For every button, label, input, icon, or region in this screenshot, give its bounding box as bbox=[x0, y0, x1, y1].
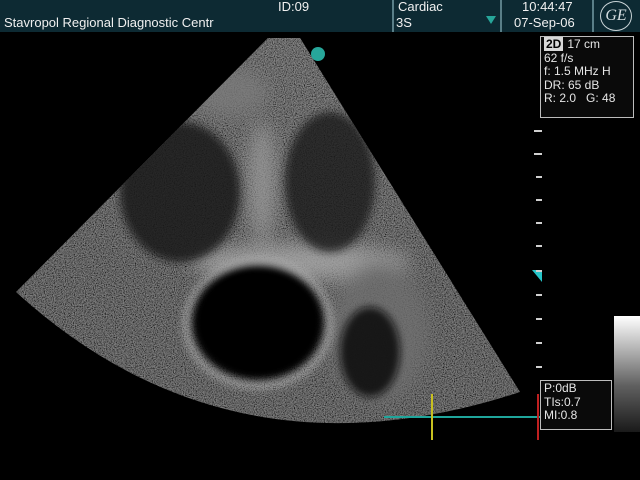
patient-id: ID:09 bbox=[278, 0, 310, 14]
frame-rate: 62 f/s bbox=[544, 50, 574, 65]
depth-tick bbox=[536, 342, 542, 344]
frequency: f: 1.5 MHz H bbox=[544, 64, 611, 78]
depth-tick bbox=[536, 222, 542, 224]
header-divider bbox=[500, 0, 502, 32]
depth-tick bbox=[536, 245, 542, 247]
depth-tick bbox=[536, 176, 542, 178]
header-divider bbox=[392, 0, 394, 32]
orientation-marker-icon bbox=[311, 47, 325, 61]
gain-value: G: 48 bbox=[586, 91, 616, 105]
thermal-index: TIs:0.7 bbox=[544, 394, 581, 409]
ge-logo-icon: GE bbox=[600, 1, 632, 31]
exam-type: Cardiac bbox=[398, 0, 443, 14]
header-divider bbox=[592, 0, 594, 32]
acoustic-power: P:0dB bbox=[544, 381, 577, 395]
reject-gain-row: R: 2.0 G: 48 bbox=[544, 91, 630, 106]
imaging-parameters-panel: 2D 17 cm 62 f/s f: 1.5 MHz H DR: 65 dB R:… bbox=[540, 36, 634, 118]
depth-tick bbox=[536, 270, 542, 272]
depth-tick bbox=[536, 294, 542, 296]
depth-tick bbox=[534, 153, 542, 155]
depth-tick bbox=[534, 130, 542, 132]
clock-time: 10:44:47 bbox=[522, 0, 573, 14]
depth-value: 17 cm bbox=[567, 37, 601, 51]
reject-value: R: 2.0 bbox=[544, 91, 577, 105]
mechanical-index: MI:0.8 bbox=[544, 408, 578, 422]
mode-badge[interactable]: 2D bbox=[544, 37, 564, 51]
output-parameters-panel: P:0dB TIs:0.7 MI:0.8 bbox=[540, 380, 612, 430]
probe-dropdown-arrow-icon[interactable] bbox=[486, 16, 496, 24]
exam-date: 07-Sep-06 bbox=[514, 15, 575, 30]
dynamic-range: DR: 65 dB bbox=[544, 77, 600, 92]
depth-tick bbox=[536, 366, 542, 368]
depth-tick bbox=[536, 318, 542, 320]
header-bar: ID:09 Stavropol Regional Diagnostic Cent… bbox=[0, 0, 640, 32]
mode-depth-row: 2D 17 cm bbox=[544, 37, 630, 52]
probe-label: 3S bbox=[396, 15, 412, 30]
institution-name: Stavropol Regional Diagnostic Centr bbox=[4, 15, 214, 30]
grayscale-bar bbox=[614, 316, 640, 432]
depth-tick bbox=[536, 199, 542, 201]
